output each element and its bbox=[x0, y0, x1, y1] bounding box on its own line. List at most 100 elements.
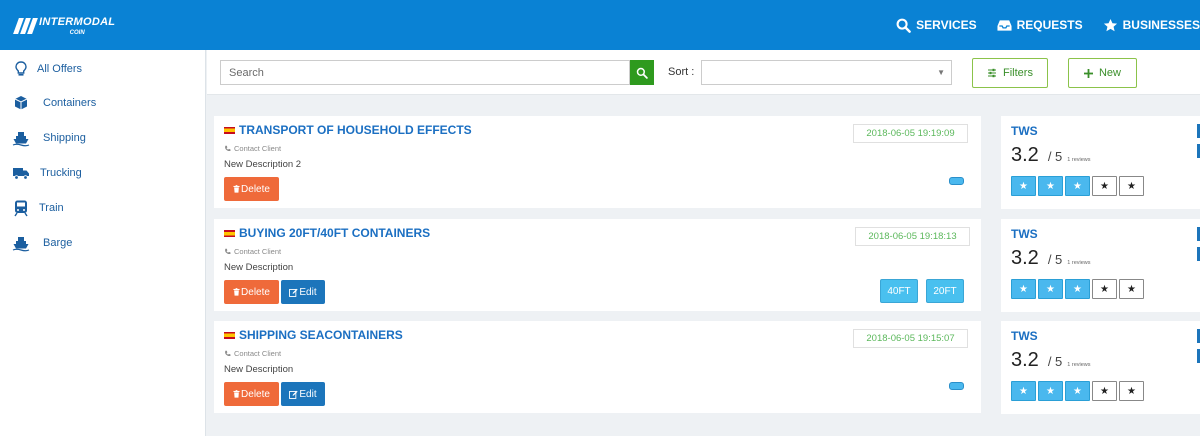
sidebar-item-barge[interactable]: Barge bbox=[0, 228, 206, 258]
spain-flag-icon bbox=[224, 126, 235, 134]
new-button[interactable]: New bbox=[1068, 58, 1137, 88]
company-name[interactable]: TWS bbox=[1011, 227, 1038, 241]
star-filled-icon[interactable]: ★ bbox=[1038, 176, 1063, 196]
rating-card: TWS 3.2 / 5 1 reviews ★ ★ ★ ★ ★ bbox=[1001, 321, 1200, 414]
star-empty-icon[interactable]: ★ bbox=[1092, 176, 1117, 196]
offer-title[interactable]: BUYING 20FT/40FT CONTAINERS bbox=[224, 226, 430, 240]
offer-description: New Description bbox=[224, 262, 294, 273]
nav-businesses-label: BUSINESSES bbox=[1122, 18, 1200, 32]
company-name[interactable]: TWS bbox=[1011, 329, 1038, 343]
delete-label: Delete bbox=[241, 183, 270, 195]
trash-icon bbox=[233, 390, 240, 398]
sort-select[interactable]: ▼ bbox=[701, 60, 952, 85]
rating-card: TWS 3.2 / 5 1 reviews ★ ★ ★ ★ ★ bbox=[1001, 219, 1200, 312]
edit-label: Edit bbox=[299, 388, 317, 400]
brand-logo[interactable]: INTERMODAL COIN bbox=[13, 13, 115, 39]
score-max: / 5 bbox=[1047, 354, 1063, 369]
sidebar: All Offers Containers Shipping Trucking … bbox=[0, 50, 206, 436]
star-empty-icon[interactable]: ★ bbox=[1119, 279, 1144, 299]
chevron-down-icon: ▼ bbox=[937, 68, 945, 77]
sidebar-item-containers[interactable]: Containers bbox=[0, 88, 206, 118]
search-button[interactable] bbox=[630, 60, 654, 85]
star-rating: ★ ★ ★ ★ ★ bbox=[1011, 381, 1144, 401]
phone-icon bbox=[225, 145, 231, 151]
delete-label: Delete bbox=[241, 286, 270, 298]
rating-score: 3.2 / 5 1 reviews bbox=[1011, 349, 1091, 372]
sidebar-item-label: Train bbox=[39, 202, 64, 214]
truck-icon bbox=[13, 168, 29, 180]
tag-20ft[interactable]: 20FT bbox=[926, 279, 964, 303]
edit-icon bbox=[289, 390, 299, 399]
delete-button[interactable]: Delete bbox=[224, 280, 279, 304]
barge-icon bbox=[12, 237, 30, 252]
spain-flag-icon bbox=[224, 229, 235, 237]
delete-label: Delete bbox=[241, 388, 270, 400]
plus-icon bbox=[1083, 68, 1093, 78]
offer-title[interactable]: SHIPPING SEACONTAINERS bbox=[224, 328, 403, 342]
spain-flag-icon bbox=[224, 331, 235, 339]
tag-pill[interactable] bbox=[949, 382, 964, 390]
review-count: 1 reviews bbox=[1067, 362, 1091, 368]
sidebar-item-train[interactable]: Train bbox=[0, 193, 206, 223]
star-filled-icon[interactable]: ★ bbox=[1065, 381, 1090, 401]
nav-requests[interactable]: REQUESTS bbox=[997, 18, 1083, 32]
offer-title-text: TRANSPORT OF HOUSEHOLD EFFECTS bbox=[239, 123, 472, 137]
search-icon bbox=[896, 18, 911, 33]
star-filled-icon[interactable]: ★ bbox=[1038, 381, 1063, 401]
offer-card: TRANSPORT OF HOUSEHOLD EFFECTS Contact C… bbox=[214, 116, 981, 208]
star-empty-icon[interactable]: ★ bbox=[1119, 381, 1144, 401]
contact-label: Contact Client bbox=[234, 247, 282, 256]
company-name[interactable]: TWS bbox=[1011, 124, 1038, 138]
inbox-icon bbox=[997, 19, 1012, 31]
contact-client[interactable]: Contact Client bbox=[224, 247, 281, 256]
sidebar-item-label: All Offers bbox=[37, 63, 83, 75]
sort-label: Sort : bbox=[668, 66, 695, 78]
contact-client[interactable]: Contact Client bbox=[224, 144, 281, 153]
edit-button[interactable]: Edit bbox=[281, 280, 325, 304]
score-max: / 5 bbox=[1047, 252, 1063, 267]
star-filled-icon[interactable]: ★ bbox=[1038, 279, 1063, 299]
star-empty-icon[interactable]: ★ bbox=[1092, 381, 1117, 401]
offer-date: 2018-06-05 19:19:09 bbox=[853, 124, 968, 143]
sidebar-item-label: Shipping bbox=[43, 132, 86, 144]
edit-label: Edit bbox=[299, 286, 317, 298]
sidebar-item-trucking[interactable]: Trucking bbox=[0, 158, 206, 188]
phone-icon bbox=[225, 350, 231, 356]
nav-businesses[interactable]: BUSINESSES bbox=[1103, 18, 1200, 33]
delete-button[interactable]: Delete bbox=[224, 382, 279, 406]
offer-title[interactable]: TRANSPORT OF HOUSEHOLD EFFECTS bbox=[224, 123, 472, 137]
tag-pill[interactable] bbox=[949, 177, 964, 185]
offer-card: BUYING 20FT/40FT CONTAINERS Contact Clie… bbox=[214, 219, 981, 311]
star-filled-icon[interactable]: ★ bbox=[1011, 381, 1036, 401]
sidebar-item-shipping[interactable]: Shipping bbox=[0, 123, 206, 153]
contact-client[interactable]: Contact Client bbox=[224, 349, 281, 358]
lightbulb-icon bbox=[15, 61, 27, 76]
sidebar-item-label: Barge bbox=[43, 237, 73, 249]
star-icon bbox=[1103, 18, 1117, 31]
tag-40ft[interactable]: 40FT bbox=[880, 279, 918, 303]
filters-button[interactable]: Filters bbox=[972, 58, 1048, 88]
star-filled-icon[interactable]: ★ bbox=[1011, 279, 1036, 299]
sidebar-item-label: Trucking bbox=[40, 167, 82, 179]
sidebar-item-all-offers[interactable]: All Offers bbox=[0, 54, 206, 84]
offer-date: 2018-06-05 19:15:07 bbox=[853, 329, 968, 348]
star-filled-icon[interactable]: ★ bbox=[1011, 176, 1036, 196]
sidebar-item-label: Containers bbox=[43, 97, 97, 109]
star-filled-icon[interactable]: ★ bbox=[1065, 176, 1090, 196]
logo-mark-icon bbox=[13, 18, 38, 34]
star-empty-icon[interactable]: ★ bbox=[1119, 176, 1144, 196]
brand-name: INTERMODAL bbox=[39, 15, 116, 28]
new-label: New bbox=[1098, 67, 1121, 79]
star-empty-icon[interactable]: ★ bbox=[1092, 279, 1117, 299]
nav-services[interactable]: SERVICES bbox=[896, 18, 977, 33]
train-icon bbox=[14, 200, 28, 217]
offer-description: New Description 2 bbox=[224, 159, 302, 170]
star-rating: ★ ★ ★ ★ ★ bbox=[1011, 279, 1144, 299]
star-filled-icon[interactable]: ★ bbox=[1065, 279, 1090, 299]
toolbar: Sort : ▼ Filters New bbox=[207, 50, 1200, 95]
delete-button[interactable]: Delete bbox=[224, 177, 279, 201]
search-input[interactable] bbox=[220, 60, 630, 85]
trash-icon bbox=[233, 288, 240, 296]
rating-card: TWS 3.2 / 5 1 reviews ★ ★ ★ ★ ★ bbox=[1001, 116, 1200, 209]
edit-button[interactable]: Edit bbox=[281, 382, 325, 406]
